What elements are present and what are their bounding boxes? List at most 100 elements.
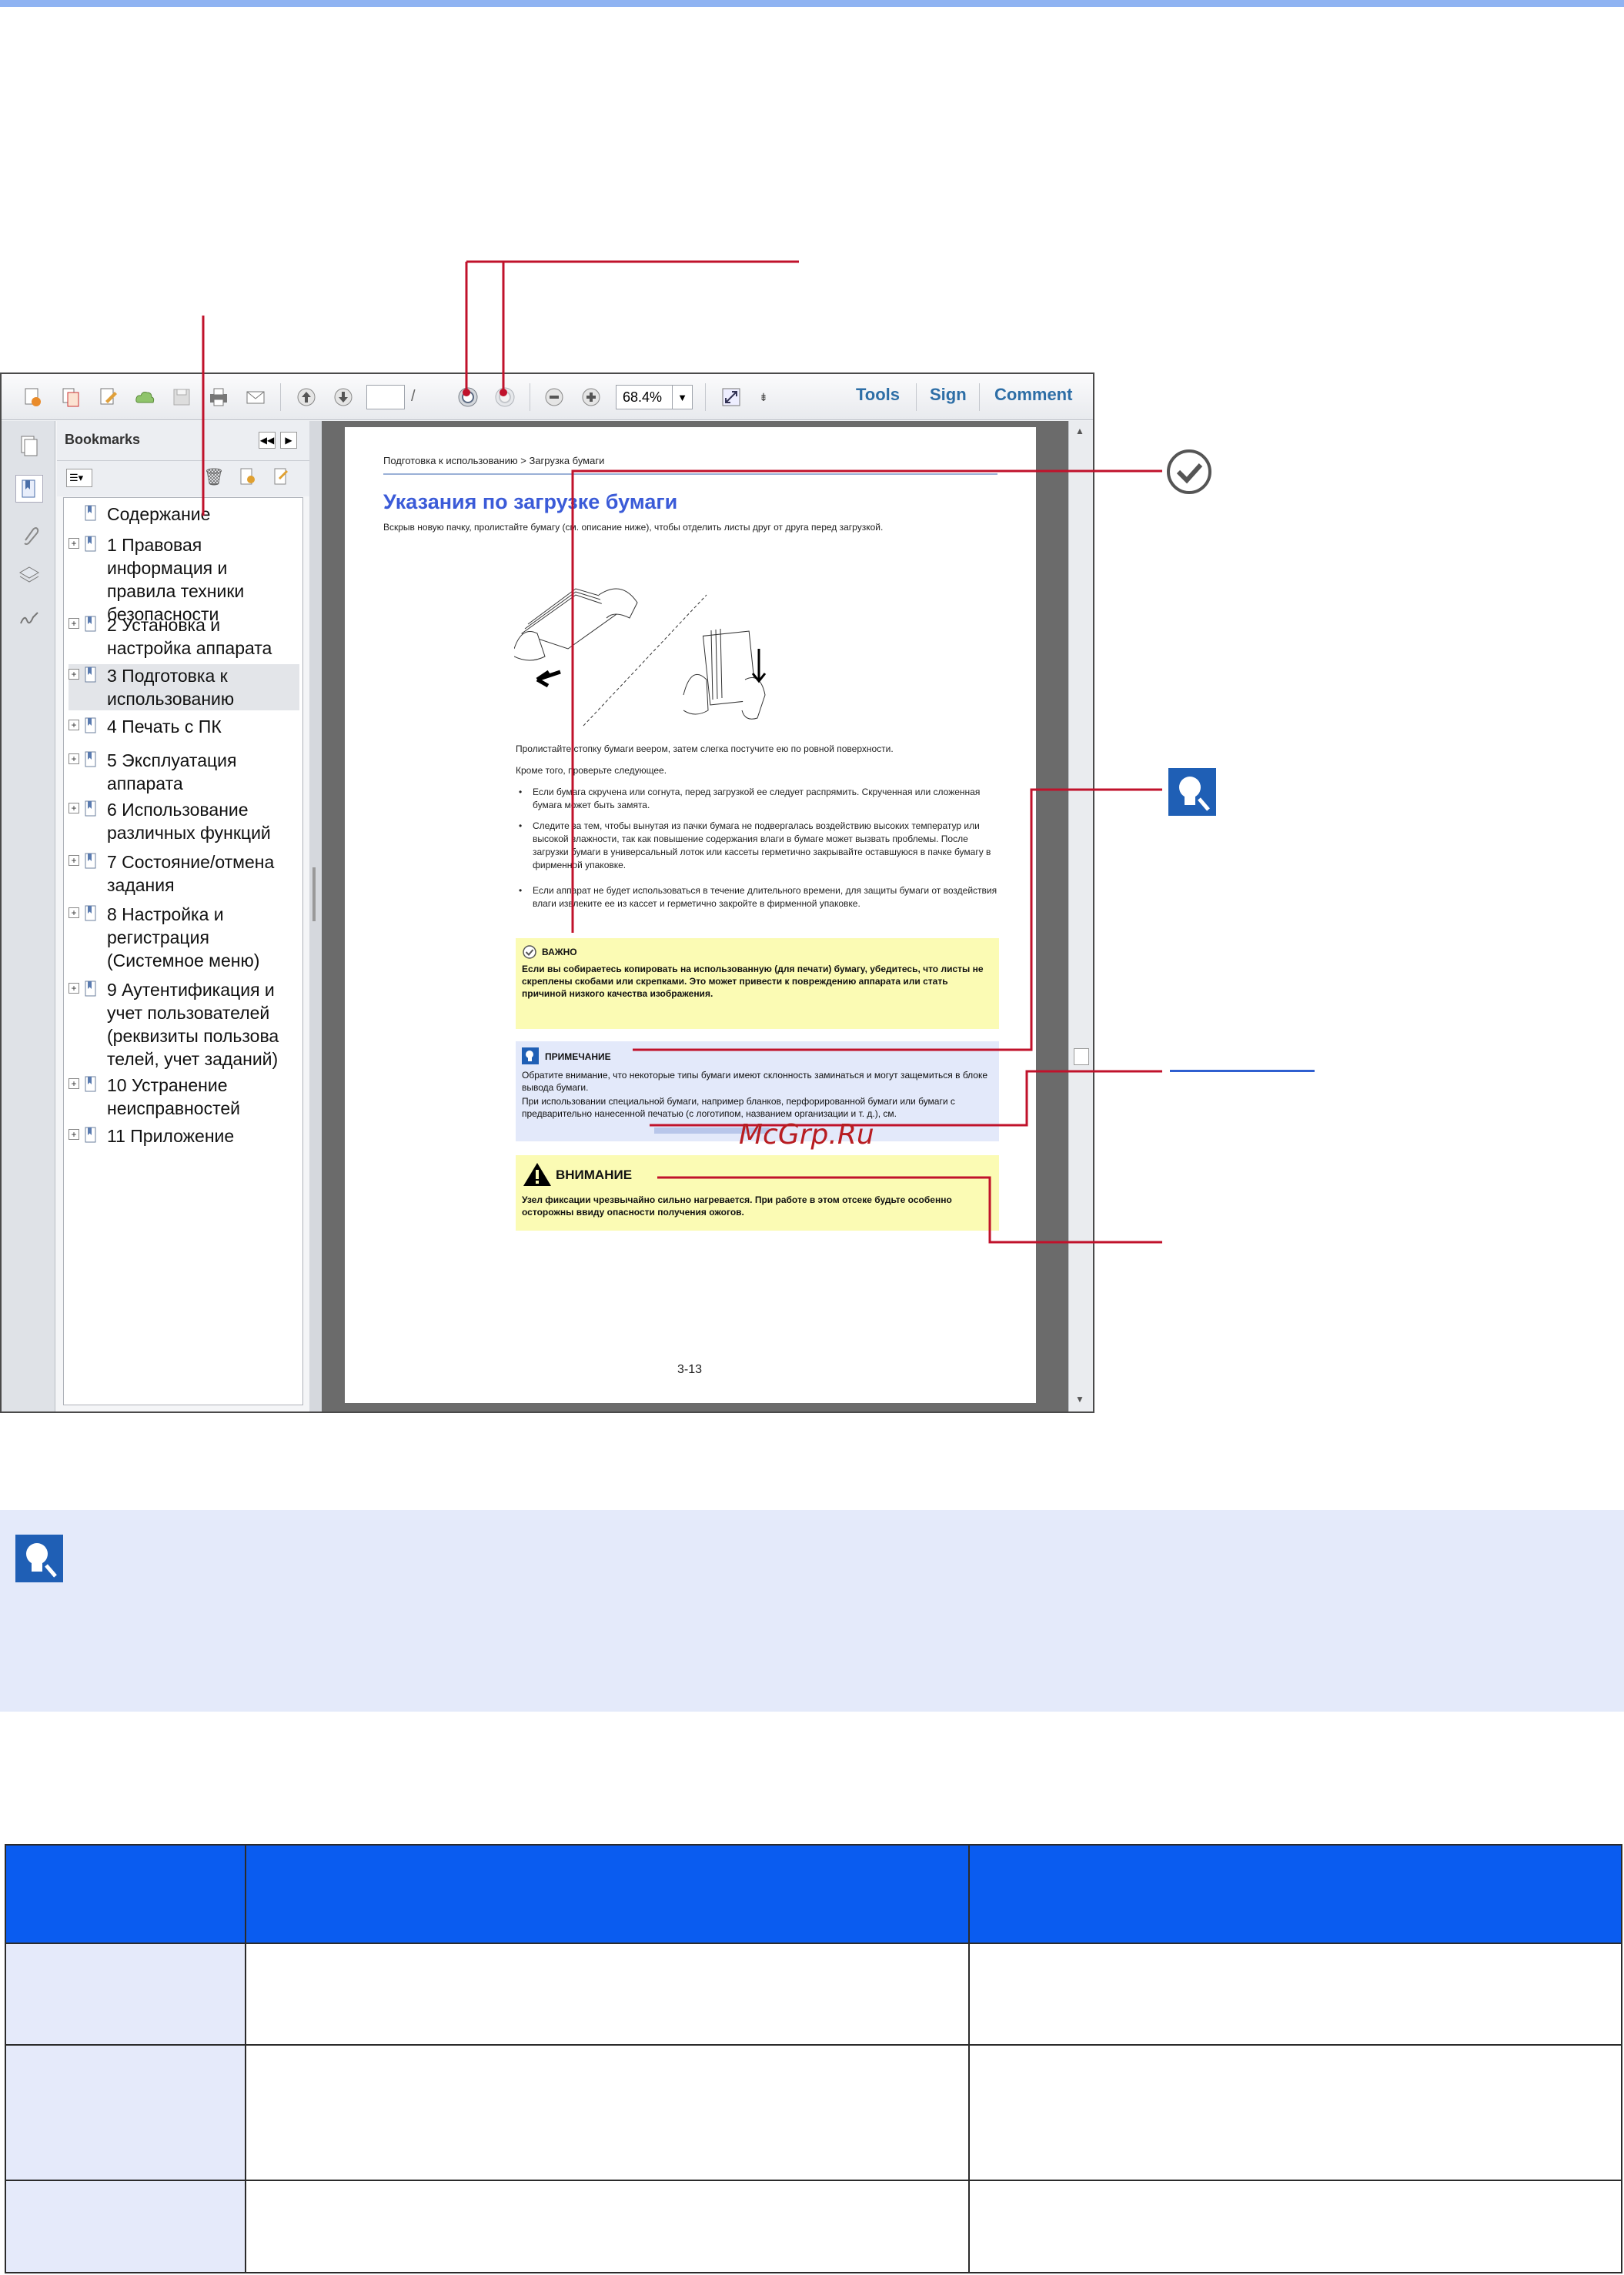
bookmark-flag-icon [85, 1076, 96, 1092]
sign-button[interactable]: Sign [930, 385, 967, 405]
expand-icon[interactable]: + [69, 983, 79, 994]
note-text-2: При использовании специальной бумаги, на… [522, 1096, 955, 1119]
bookmark-flag-icon [85, 717, 96, 733]
tools-button[interactable]: Tools [856, 385, 900, 405]
bookmarks-panel-icon[interactable] [15, 475, 43, 503]
pdf-viewer-window: / 68.4% ▼ ⇟ Tools Sign Comment Bookmarks… [0, 372, 1094, 1413]
table-row [5, 2044, 1622, 2181]
layers-icon[interactable] [15, 561, 43, 589]
table-cell [245, 2180, 970, 2273]
zoom-out-icon[interactable] [540, 383, 568, 411]
edit-icon[interactable] [94, 383, 122, 411]
caution-box: ВНИМАНИЕ Узел фиксации чрезвычайно сильн… [516, 1155, 999, 1231]
note-banner [0, 1510, 1624, 1712]
table-header-cell [5, 1844, 246, 1944]
bookmark-item[interactable]: +5 Эксплуатация аппарата [69, 749, 299, 795]
create-icon[interactable] [18, 383, 46, 411]
expand-panel-icon[interactable]: ▶ [280, 432, 297, 449]
save-icon[interactable] [168, 383, 195, 411]
table-header-cell [245, 1844, 970, 1944]
previous-page-icon[interactable] [292, 383, 320, 411]
page-number-input[interactable] [366, 385, 405, 409]
bookmark-flag-icon [85, 800, 96, 817]
bookmark-label: 5 Эксплуатация аппарата [107, 750, 237, 793]
bookmark-item[interactable]: +8 Настройка и регистрация (Системное ме… [69, 903, 299, 972]
bookmark-flag-icon [85, 751, 96, 767]
bookmark-item[interactable]: Содержание [69, 503, 299, 526]
table-cell [245, 1943, 970, 2046]
navigation-rail [2, 421, 55, 1411]
page-number: 3-13 [677, 1363, 703, 1376]
go-back-icon[interactable] [454, 383, 482, 411]
bookmark-item[interactable]: +1 Правовая информация и правила техники… [69, 533, 299, 624]
attachments-icon[interactable] [15, 521, 43, 549]
table-cell [968, 1943, 1622, 2046]
checkmark-circle-icon [1167, 449, 1211, 494]
vertical-scrollbar[interactable]: ▲ ▼ [1068, 421, 1093, 1411]
print-icon[interactable] [205, 383, 232, 411]
chevron-down-icon[interactable]: ▼ [672, 386, 692, 409]
scroll-down-icon[interactable]: ▼ [1075, 1394, 1084, 1405]
collapse-panel-icon[interactable]: ◀◀ [259, 432, 276, 449]
bookmark-label: 4 Печать с ПК [107, 717, 222, 737]
bookmark-flag-icon [85, 853, 96, 869]
bookmark-item[interactable]: +7 Состояние/отмена задания [69, 850, 299, 897]
page-thumbnails-icon[interactable] [15, 432, 43, 459]
expand-icon[interactable]: + [69, 803, 79, 813]
bookmark-flag-icon [85, 905, 96, 921]
bookmarks-title: Bookmarks [65, 432, 141, 447]
panel-splitter[interactable] [309, 421, 322, 1411]
fan-instruction: Пролистайте стопку бумаги веером, затем … [516, 743, 894, 754]
bookmark-label: 8 Настройка и регистрация (Системное мен… [107, 904, 260, 970]
table-cell [5, 2180, 246, 2273]
table-cell [245, 2044, 970, 2181]
page-title: Указания по загрузке бумаги [383, 490, 678, 513]
expand-icon[interactable]: + [69, 720, 79, 730]
bookmark-item[interactable]: +6 Использование различных функций [69, 798, 299, 844]
scroll-up-icon[interactable]: ▲ [1075, 426, 1084, 436]
bookmark-flag-icon [85, 980, 96, 997]
note-bulb-icon [522, 1047, 539, 1064]
expand-icon[interactable]: + [69, 1129, 79, 1140]
delete-bookmark-icon[interactable]: 🗑 [203, 467, 225, 487]
zoom-in-icon[interactable] [577, 383, 605, 411]
go-forward-icon[interactable] [491, 383, 519, 411]
combine-icon[interactable] [57, 383, 85, 411]
comment-button[interactable]: Comment [994, 385, 1072, 405]
scrollbar-thumb[interactable] [1074, 1048, 1089, 1065]
note-bulb-icon [15, 1535, 63, 1582]
bookmark-item[interactable]: +9 Аутентификация и учет пользователей (… [69, 978, 299, 1071]
note-bulb-icon [1168, 768, 1216, 816]
page-intro: Вскрыв новую пачку, пролистайте бумагу (… [383, 522, 884, 533]
bookmark-label: 3 Подготовка к использованию [107, 666, 235, 709]
expand-icon[interactable]: + [69, 1078, 79, 1089]
new-bookmark-icon[interactable] [239, 467, 256, 486]
expand-icon[interactable]: + [69, 669, 79, 680]
expand-icon[interactable]: + [69, 907, 79, 918]
expand-icon[interactable]: + [69, 855, 79, 866]
bookmark-properties-icon[interactable] [272, 467, 289, 486]
watermark-text: McGrp.Ru [739, 1119, 874, 1151]
bookmark-options-icon[interactable]: ☰▾ [66, 469, 92, 487]
upload-cloud-icon[interactable] [131, 383, 159, 411]
bookmark-item[interactable]: +10 Устранение неисправностей [69, 1074, 299, 1120]
checkmark-circle-icon [523, 945, 536, 959]
bookmark-label: 1 Правовая информация и правила техники … [107, 535, 245, 624]
bookmark-item[interactable]: +11 Приложение [69, 1124, 299, 1148]
bookmark-item[interactable]: +2 Установка и настройка аппарата [69, 613, 299, 660]
bookmark-item[interactable]: +4 Печать с ПК [69, 715, 299, 738]
toolbar-more-icon[interactable]: ⇟ [750, 383, 777, 411]
zoom-select[interactable]: 68.4% ▼ [616, 385, 693, 409]
expand-icon[interactable]: + [69, 538, 79, 549]
document-area: Подготовка к использованию > Загрузка бу… [322, 421, 1068, 1411]
expand-icon[interactable]: + [69, 618, 79, 629]
bookmark-flag-icon [85, 505, 96, 521]
email-icon[interactable] [242, 383, 269, 411]
list-item: Если бумага скручена или согнута, перед … [516, 786, 1001, 812]
signatures-icon[interactable] [15, 604, 43, 632]
bookmark-item[interactable]: +3 Подготовка к использованию [69, 664, 299, 710]
fit-page-icon[interactable] [717, 383, 745, 411]
note-label: ПРИМЕЧАНИЕ [545, 1051, 611, 1062]
expand-icon[interactable]: + [69, 753, 79, 764]
next-page-icon[interactable] [329, 383, 357, 411]
